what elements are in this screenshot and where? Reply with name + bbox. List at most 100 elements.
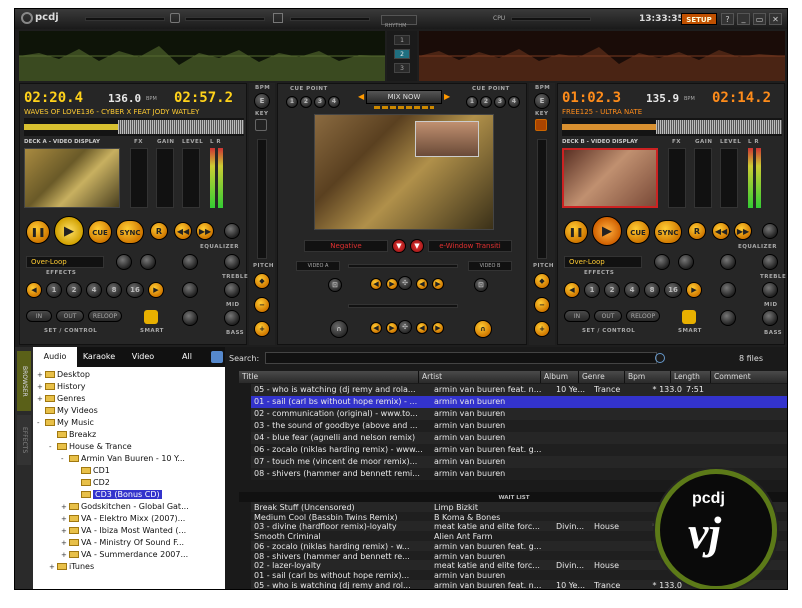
cue-b-1[interactable]: 1 <box>466 96 478 108</box>
deck-b-loop-2[interactable]: 2 <box>604 282 620 298</box>
deck-b-effect-select[interactable]: Over-Loop <box>564 256 642 268</box>
deck-a-effect-knob-1[interactable] <box>116 254 132 270</box>
cue-a-1[interactable]: 1 <box>286 96 298 108</box>
tree-item[interactable]: CD3 (Bonus CD) <box>73 489 162 500</box>
deck-b-reloop-button[interactable]: RELOOP <box>626 310 660 322</box>
deck-a-effect-select[interactable]: Over-Loop <box>26 256 104 268</box>
tree-item[interactable]: + VA - Ibiza Most Wanted (... <box>61 525 186 537</box>
deck-b-fastforward-button[interactable]: ▶▶ <box>734 222 752 240</box>
tab-video[interactable]: Video <box>121 347 165 367</box>
col-comment[interactable]: Comment <box>711 371 787 383</box>
video-b-next-icon[interactable]: ▶ <box>432 278 444 290</box>
setup-button[interactable]: SETUP <box>681 13 717 25</box>
deck-b-fx-fader[interactable] <box>668 148 686 208</box>
deck-a-loop-1[interactable]: 1 <box>46 282 62 298</box>
tab-karaoke[interactable]: Karaoke <box>77 347 121 367</box>
audio-b-prev-icon[interactable]: ◀ <box>416 322 428 334</box>
deck-a-pause-button[interactable]: ❚❚ <box>26 220 50 244</box>
tree-item[interactable]: - My Music <box>37 417 94 429</box>
deck-b-level-fader[interactable] <box>720 148 738 208</box>
search-options-icon[interactable] <box>655 353 665 363</box>
deck-a-reverse-button[interactable]: R <box>150 222 168 240</box>
headphone-a-icon[interactable]: ∩ <box>330 320 348 338</box>
search-input[interactable] <box>265 352 657 364</box>
expand-toggle-icon[interactable]: - <box>37 418 45 429</box>
track-row[interactable]: 07 - touch me (vincent de moor remix)...… <box>251 456 787 468</box>
deck-b-loop-in-button[interactable]: IN <box>564 310 590 322</box>
close-icon[interactable]: ✕ <box>769 13 782 25</box>
mix-left-arrow-icon[interactable]: ◀ <box>358 92 364 101</box>
deck-a-cue-button[interactable]: CUE <box>88 220 112 244</box>
audio-crossfader[interactable] <box>348 304 458 308</box>
expand-toggle-icon[interactable]: + <box>61 502 69 513</box>
cue-b-2[interactable]: 2 <box>480 96 492 108</box>
tab-all[interactable]: All <box>165 347 209 367</box>
deck-a-loop-in-button[interactable]: IN <box>26 310 52 322</box>
track-row[interactable]: 02 - communication (original) - www.to..… <box>251 408 787 420</box>
expand-toggle-icon[interactable]: + <box>49 562 57 573</box>
expand-toggle-icon[interactable]: + <box>61 550 69 561</box>
audio-transition-icon[interactable]: ✣ <box>398 320 412 334</box>
tree-item[interactable]: + VA - Ministry Of Sound F... <box>61 537 184 549</box>
deck-b-loop-4[interactable]: 4 <box>624 282 640 298</box>
deck-b-effect-knob-1[interactable] <box>654 254 670 270</box>
booth-volume-slider[interactable] <box>290 17 370 21</box>
deck-b-pitch-down-button[interactable]: − <box>534 297 550 313</box>
deck-a-pitch-fader[interactable] <box>257 139 267 259</box>
audio-a-next-icon[interactable]: ▶ <box>386 322 398 334</box>
video-b-prev-icon[interactable]: ◀ <box>416 278 428 290</box>
expand-toggle-icon[interactable]: + <box>37 382 45 393</box>
headphone-b-icon[interactable]: ∩ <box>474 320 492 338</box>
cue-b-4[interactable]: 4 <box>508 96 520 108</box>
deck-a-loop-2[interactable]: 2 <box>66 282 82 298</box>
tree-item[interactable]: CD2 <box>73 477 110 488</box>
deck-a-bass-knob-left[interactable] <box>182 310 198 326</box>
expand-toggle-icon[interactable]: + <box>61 526 69 537</box>
cue-b-3[interactable]: 3 <box>494 96 506 108</box>
deck-a-loop-8[interactable]: 8 <box>106 282 122 298</box>
mix-now-button[interactable]: MIX NOW <box>366 90 442 104</box>
deck-b-treble-knob[interactable] <box>762 254 778 270</box>
tree-item[interactable]: My Videos <box>37 405 98 416</box>
deck-b-sync-button[interactable]: SYNC <box>654 220 682 244</box>
sync-2[interactable]: 2 <box>394 49 410 59</box>
deck-b-loop-1[interactable]: 1 <box>584 282 600 298</box>
deck-b-bass-knob[interactable] <box>762 310 778 326</box>
sync-1[interactable]: 1 <box>394 35 410 45</box>
cue-a-2[interactable]: 2 <box>300 96 312 108</box>
video-a-button[interactable]: VIDEO A <box>296 261 340 271</box>
col-genre[interactable]: Genre <box>579 371 625 383</box>
deck-b-pause-button[interactable]: ❚❚ <box>564 220 588 244</box>
track-row[interactable]: 03 - the sound of goodbye (above and ...… <box>251 420 787 432</box>
video-effect-b-dropdown-icon[interactable]: ▼ <box>410 239 424 253</box>
deck-b-effect-knob-3[interactable] <box>720 254 736 270</box>
deck-b-cue-button[interactable]: CUE <box>626 220 650 244</box>
deck-a-loop-prev-button[interactable]: ◀ <box>26 282 42 298</box>
add-folder-icon[interactable] <box>211 351 223 363</box>
deck-b-eq-knob[interactable] <box>762 223 778 239</box>
video-effect-a-dropdown-icon[interactable]: ▼ <box>392 239 406 253</box>
expand-toggle-icon[interactable]: - <box>49 442 57 453</box>
deck-b-loop-out-button[interactable]: OUT <box>594 310 622 322</box>
expand-toggle-icon[interactable]: + <box>37 394 45 405</box>
deck-b-bass-knob-left[interactable] <box>720 310 736 326</box>
deck-a-scrolling-waveform[interactable] <box>24 118 244 136</box>
deck-b-e-button[interactable]: E <box>534 93 550 109</box>
col-title[interactable]: Title <box>239 371 419 383</box>
speaker-icon[interactable] <box>273 13 283 23</box>
master-video-output[interactable] <box>314 114 494 230</box>
deck-b-loop-next-button[interactable]: ▶ <box>686 282 702 298</box>
video-b-button[interactable]: VIDEO B <box>468 261 512 271</box>
deck-b-loop-8[interactable]: 8 <box>644 282 660 298</box>
col-bpm[interactable]: Bpm <box>625 371 671 383</box>
tree-item[interactable]: - House & Trance <box>49 441 132 453</box>
track-row[interactable]: 06 - zocalo (niklas harding remix) - www… <box>251 444 787 456</box>
deck-a-eq-knob[interactable] <box>224 223 240 239</box>
deck-b-gain-fader[interactable] <box>694 148 712 208</box>
cue-mix-slider[interactable] <box>185 17 265 21</box>
cue-a-3[interactable]: 3 <box>314 96 326 108</box>
deck-a-level-fader[interactable] <box>182 148 200 208</box>
video-effect-b-select[interactable]: e-Window Transiti <box>428 240 512 252</box>
deck-a-video-display[interactable] <box>24 148 120 208</box>
tree-item[interactable]: + History <box>37 381 85 393</box>
